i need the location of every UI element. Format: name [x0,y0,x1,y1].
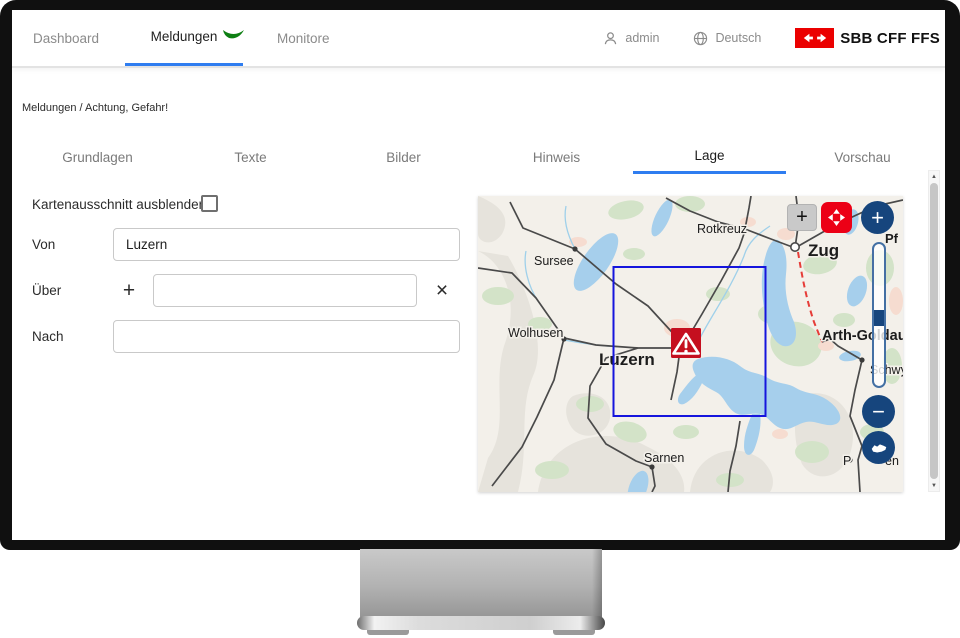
user-icon [603,31,618,46]
page-scrollbar[interactable]: ▲ ▼ [928,170,940,492]
ueber-input[interactable] [153,274,417,307]
tab-grundlagen[interactable]: Grundlagen [21,140,174,174]
pan-arrows-icon [825,206,848,229]
scrollbar-down-arrow[interactable]: ▼ [929,480,939,491]
town-label-sursee: Sursee [534,254,574,268]
nav-item-dashboard[interactable]: Dashboard [33,10,99,66]
top-navbar: Dashboard Meldungen Monitore admin [12,10,945,68]
monitor-base [357,616,605,630]
user-label: admin [625,31,659,45]
brand: SBB CFF FFS [795,28,940,48]
von-label: Von [32,228,55,261]
ueber-label: Über [32,274,61,307]
town-label-luzern: Luzern [599,350,655,369]
map-canvas: Sursee Wolhusen Rotkreuz Zug Luzern Arth… [478,196,903,492]
nach-input[interactable] [113,320,460,353]
clear-via-button[interactable]: × [431,279,453,301]
map-pan-button[interactable] [821,202,852,233]
town-label-wolhusen: Wolhusen [508,326,563,340]
meldungen-green-badge-icon [222,29,245,40]
town-label-rotkreuz: Rotkreuz [697,222,747,236]
map-panel[interactable]: Sursee Wolhusen Rotkreuz Zug Luzern Arth… [478,196,903,492]
add-via-button[interactable]: + [118,279,140,301]
language-menu[interactable]: Deutsch [693,31,761,46]
tab-hinweis[interactable]: Hinweis [480,140,633,174]
scrollbar-thumb[interactable] [930,183,938,479]
monitor-foot-right [553,630,595,635]
town-label-pf: Pf [885,231,899,246]
tab-bilder[interactable]: Bilder [327,140,480,174]
map-zoom-out-button[interactable]: − [862,395,895,428]
nach-label: Nach [32,320,64,353]
town-label-sarnen: Sarnen [644,451,684,465]
map-zoom-slider[interactable] [872,242,886,388]
brand-text: SBB CFF FFS [840,30,940,47]
monitor-stand [360,549,602,617]
town-label-partial-left: P [843,454,851,468]
nav-item-monitore[interactable]: Monitore [277,10,330,66]
monitor-foot-left [367,630,409,635]
nav-right-group: admin Deutsch [603,10,945,66]
screen: Dashboard Meldungen Monitore admin [12,10,945,540]
hide-map-label: Kartenausschnitt ausblenden [32,197,206,212]
scrollbar-up-arrow[interactable]: ▲ [929,171,939,182]
warning-marker-icon[interactable] [671,328,701,358]
tab-vorschau[interactable]: Vorschau [786,140,939,174]
von-input[interactable] [113,228,460,261]
sbb-logo-icon [795,28,834,48]
switzerland-icon [869,441,889,455]
tab-texte[interactable]: Texte [174,140,327,174]
map-reset-extent-button[interactable] [862,431,895,464]
town-label-zug: Zug [808,241,839,260]
tab-bar: Grundlagen Texte Bilder Hinweis Lage Vor… [21,140,939,174]
globe-icon [693,31,708,46]
map-zoom-in-secondary-button[interactable]: + [787,204,817,231]
town-label-arth-goldau: Arth-Goldau [822,328,903,344]
language-label: Deutsch [715,31,761,45]
map-zoom-in-button[interactable]: + [861,201,894,234]
breadcrumb: Meldungen / Achtung, Gefahr! [22,102,168,114]
hide-map-checkbox[interactable] [201,195,218,212]
map-zoom-slider-handle[interactable] [874,310,884,326]
zug-station-circle [791,243,799,251]
monitor: Dashboard Meldungen Monitore admin [0,0,960,638]
user-menu[interactable]: admin [603,31,659,46]
tab-lage[interactable]: Lage [633,140,786,174]
